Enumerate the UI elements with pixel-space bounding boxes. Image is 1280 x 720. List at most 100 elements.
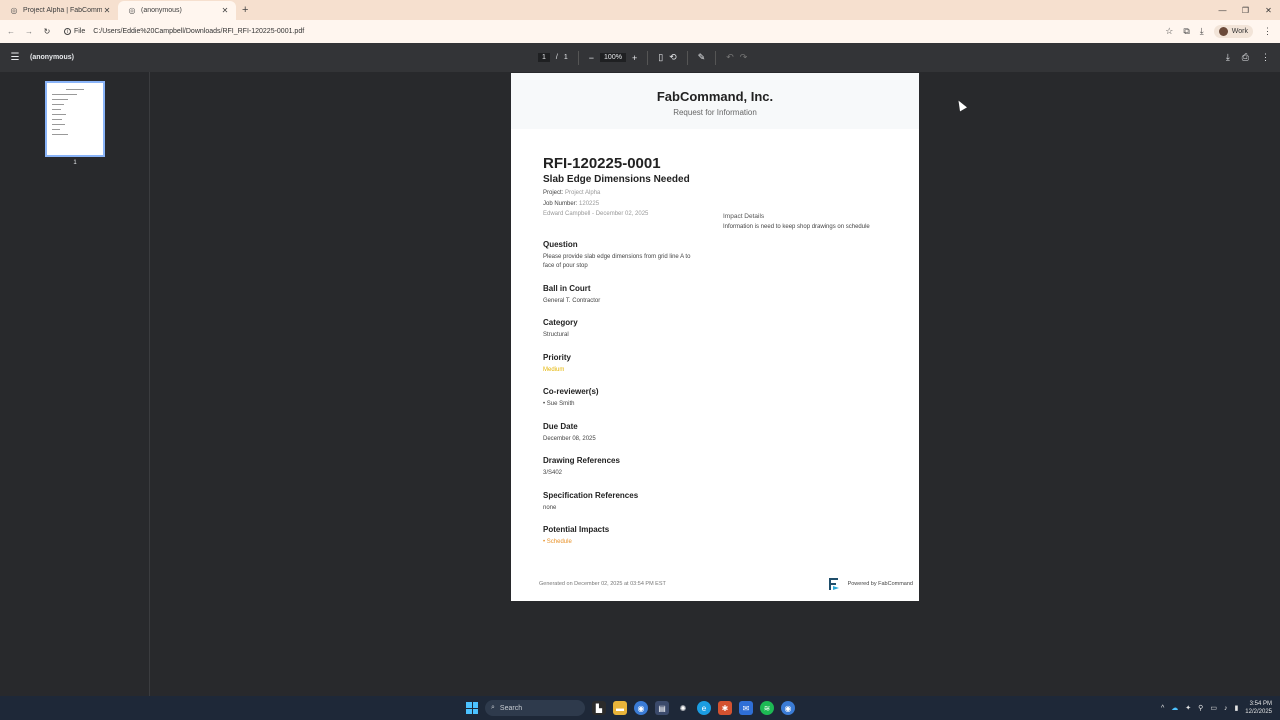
address-bar: ← → ↻ i File C:/Users/Eddie%20Campbell/D… (0, 20, 1280, 43)
section-heading: Specification References (543, 490, 639, 500)
section-value: 3/S402 (543, 470, 563, 476)
section-question: Question Please provide slab edge dimens… (543, 240, 919, 272)
section-heading: Category (543, 318, 578, 327)
more-menu-icon[interactable]: ⋮ (1263, 26, 1272, 37)
rfi-subject: Slab Edge Dimensions Needed (543, 174, 690, 185)
divider (686, 50, 688, 65)
section-potential-impacts: Potential Impacts • Schedule (543, 525, 919, 548)
chevron-up-icon[interactable]: ^ (1161, 705, 1164, 712)
forward-icon[interactable]: → (20, 27, 38, 36)
taskbar-search[interactable]: ⌕ Search (485, 700, 585, 716)
slack-icon[interactable]: ✦ (1185, 704, 1191, 712)
profile-button[interactable]: Work (1213, 25, 1253, 38)
page-separator: / (555, 54, 558, 61)
tab-anonymous[interactable]: ◎ (anonymous) ✕ (118, 1, 236, 20)
powered-brand: FabCommand (878, 581, 913, 587)
volume-icon[interactable]: ♪ (1224, 705, 1228, 712)
chrome-icon[interactable]: ◉ (634, 701, 648, 715)
search-icon: ⌕ (491, 704, 495, 711)
globe-icon: ◎ (128, 6, 136, 15)
terminal-icon[interactable]: ▤ (655, 701, 669, 715)
section-value: • Sue Smith (543, 401, 575, 407)
location-icon[interactable]: ⚲ (1198, 704, 1203, 712)
pdf-page: FabCommand, Inc. Request for Information… (511, 73, 919, 601)
redo-icon[interactable]: ↷ (740, 52, 748, 63)
network-icon[interactable]: ▭ (1210, 704, 1217, 712)
page-number-input[interactable]: 1 (538, 53, 550, 62)
start-windows-icon[interactable] (466, 702, 478, 714)
download-icon[interactable]: ⤓ (1226, 52, 1230, 63)
download-icon[interactable]: ⤓ (1200, 26, 1204, 37)
section-heading: Co-reviewer(s) (543, 387, 599, 396)
site-info[interactable]: i File (64, 28, 85, 35)
page-thumbnail[interactable] (45, 81, 105, 157)
close-tab-icon[interactable]: ✕ (102, 6, 112, 15)
divider (577, 50, 579, 65)
zoom-in-icon[interactable]: + (632, 53, 637, 63)
impact-heading: Impact Details (723, 213, 765, 220)
zoom-input[interactable]: 100% (600, 53, 626, 62)
more-options-icon[interactable]: ⋮ (1261, 52, 1270, 63)
document-header: FabCommand, Inc. Request for Information (511, 73, 919, 129)
pdf-doc-title: (anonymous) (30, 54, 74, 61)
impact-text: Information is need to keep shop drawing… (723, 224, 870, 230)
undo-icon[interactable]: ↶ (726, 52, 734, 63)
section-priority: Priority Medium (543, 353, 919, 376)
outlook-icon[interactable]: ✉ (739, 701, 753, 715)
section-value: General T. Contractor (543, 297, 601, 304)
thumbnail-page-number: 1 (73, 160, 77, 166)
task-view-icon[interactable]: ▙ (592, 701, 606, 715)
menu-icon[interactable]: ☰ (0, 52, 30, 63)
section-category: Category Structural (543, 318, 919, 341)
project-label: Project: (543, 190, 564, 196)
onedrive-icon[interactable]: ☁ (1171, 704, 1178, 712)
section-heading: Priority (543, 352, 572, 362)
taskbar: ⌕ Search ▙ ▬ ◉ ▤ ✺ e ✱ ✉ ≋ ◉ ^ ☁ ✦ ⚲ ▭ ♪… (0, 696, 1280, 720)
tab-search-icon[interactable]: ⧉ (1183, 26, 1189, 37)
close-window-icon[interactable]: ✕ (1257, 6, 1280, 15)
new-tab-button[interactable]: + (242, 1, 248, 20)
priority-value: Medium (543, 366, 565, 373)
profile-label: Work (1231, 28, 1248, 35)
back-icon[interactable]: ← (2, 27, 20, 36)
close-tab-icon[interactable]: ✕ (220, 6, 230, 15)
pdf-toolbar: ☰ (anonymous) 1 / 1 − 100% + ▯ ⟲ ✎ ↶ ↷ ⤓… (0, 43, 1280, 72)
section-heading: Drawing References (543, 456, 620, 465)
app-icon[interactable]: ✱ (718, 701, 732, 715)
reload-icon[interactable]: ↻ (38, 27, 56, 36)
url-field[interactable]: C:/Users/Eddie%20Campbell/Downloads/RFI_… (93, 28, 304, 35)
project-value: Project Alpha (565, 190, 601, 196)
minimize-icon[interactable]: — (1211, 6, 1234, 15)
file-explorer-icon[interactable]: ▬ (613, 701, 627, 715)
maximize-icon[interactable]: ❐ (1234, 6, 1257, 15)
chrome-profile-icon[interactable]: ◉ (781, 701, 795, 715)
section-drawing-references: Drawing References 3/S402 (543, 456, 919, 479)
annotate-icon[interactable]: ✎ (698, 52, 706, 63)
fabcommand-logo-icon (828, 578, 839, 590)
section-co-reviewers: Co-reviewer(s) • Sue Smith (543, 387, 919, 410)
window-controls: — ❐ ✕ (1211, 0, 1280, 20)
bookmark-star-icon[interactable]: ☆ (1165, 26, 1173, 37)
section-ball-in-court: Ball in Court General T. Contractor (543, 284, 919, 307)
info-icon: i (64, 28, 71, 35)
impact-details: Impact Details Information is need to ke… (723, 213, 873, 233)
document-type: Request for Information (673, 108, 757, 117)
page-total: 1 (563, 54, 568, 61)
section-heading: Due Date (543, 421, 578, 431)
avatar (1218, 27, 1228, 36)
document-footer: Generated on December 02, 2025 at 03:54 … (511, 567, 919, 601)
chatgpt-icon[interactable]: ✺ (676, 701, 690, 715)
rotate-icon[interactable]: ⟲ (669, 52, 677, 63)
tab-project-alpha[interactable]: ◎ Project Alpha | FabCommand ✕ (0, 1, 118, 20)
company-name: FabCommand, Inc. (656, 89, 774, 104)
clock[interactable]: 3:54 PM 12/2/2025 (1245, 700, 1272, 716)
spotify-icon[interactable]: ≋ (760, 701, 774, 715)
battery-icon[interactable]: ▮ (1234, 704, 1238, 712)
print-icon[interactable]: ⎙ (1242, 52, 1249, 63)
job-label: Job Number: (543, 200, 578, 207)
search-placeholder: Search (499, 704, 523, 712)
time: 3:54 PM (1249, 701, 1272, 707)
fit-page-icon[interactable]: ▯ (658, 52, 663, 63)
edge-icon[interactable]: e (697, 701, 711, 715)
zoom-out-icon[interactable]: − (589, 53, 594, 63)
